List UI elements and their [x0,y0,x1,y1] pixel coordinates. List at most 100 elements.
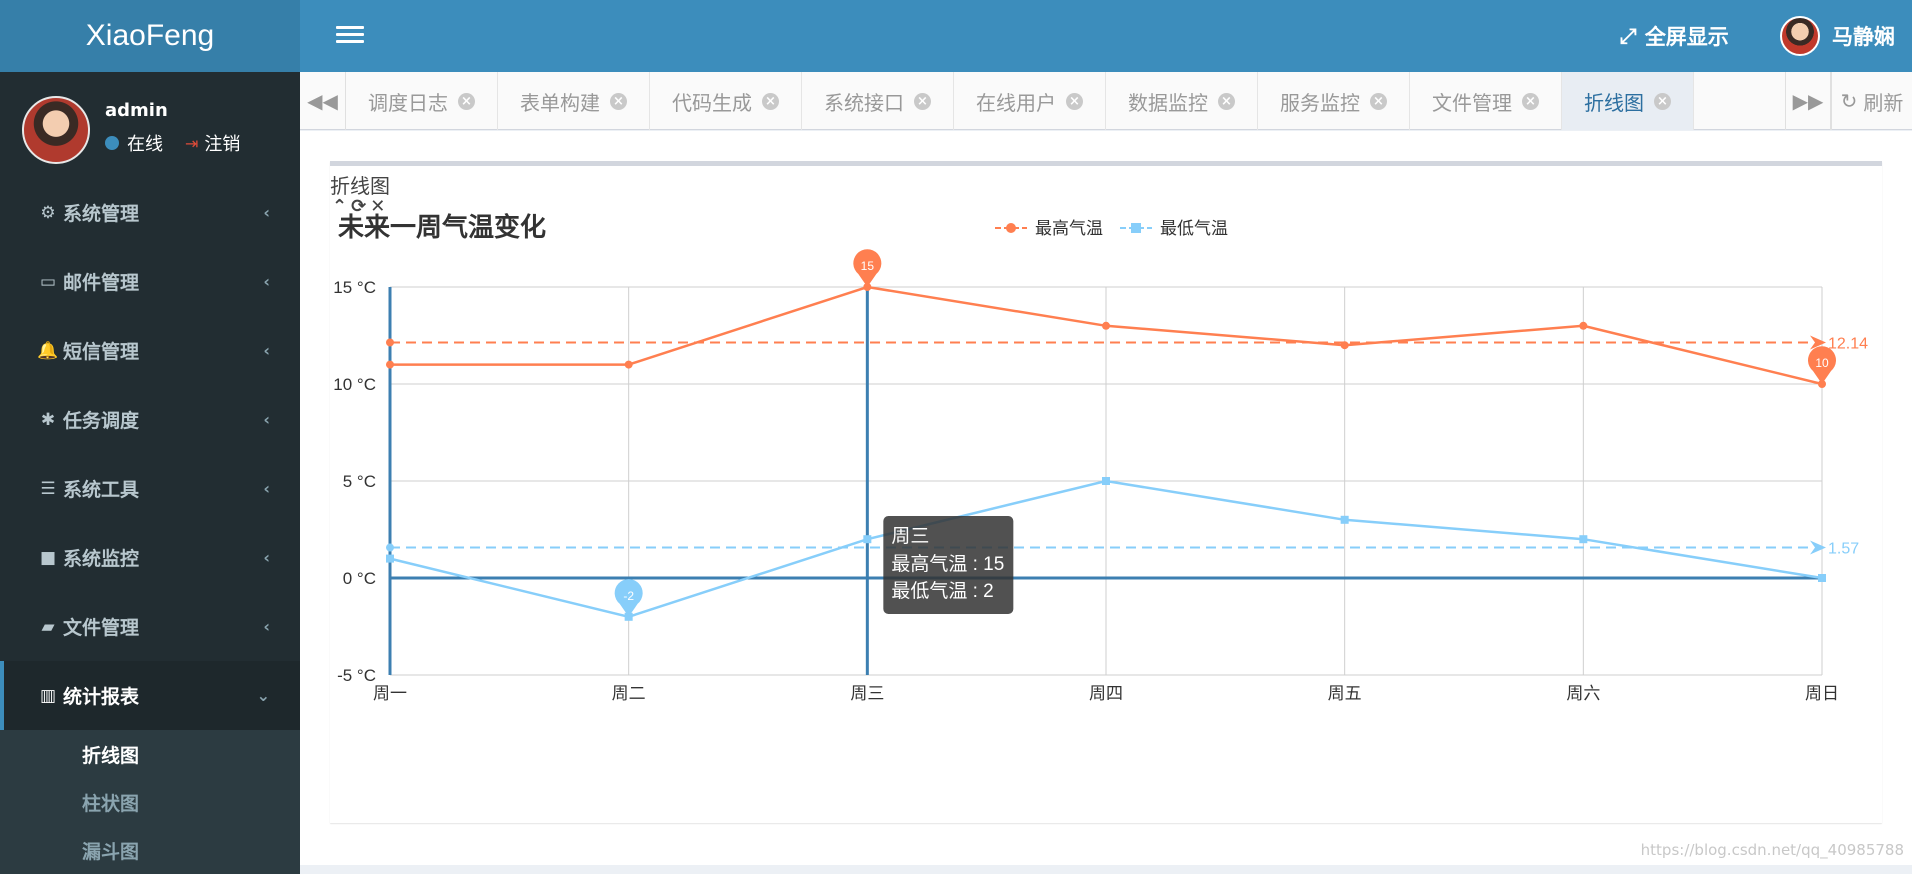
sidebar-item-5[interactable]: ■ 系统监控 ‹ [0,523,300,592]
logout-link[interactable]: ⇥ 注销 [185,130,240,156]
y-tick-label: 5 °C [343,472,376,491]
fullscreen-label: 全屏显示 [1644,25,1729,49]
tab-6[interactable]: 服务监控 × [1258,72,1410,130]
x-tick-label: 周五 [1328,684,1362,703]
user-menu[interactable]: 马静娴 [1780,0,1895,72]
expand-icon: ⤢ [1620,23,1637,48]
x-tick-label: 周六 [1566,684,1600,703]
gear-icon: ⚙ [40,202,56,223]
tab-scroll-right-icon[interactable]: ▶▶ [1785,72,1831,130]
sidebar-item-label: 任务调度 [63,410,140,432]
book-icon: ▰ [41,616,55,637]
sidebar-item-2[interactable]: 🔔 短信管理 ‹ [0,316,300,385]
tooltip-line: 最低气温 : 2 [891,580,993,602]
top-navbar: ⤢ 全屏显示 马静娴 [300,0,1912,72]
min-marker-pin-label: -2 [623,589,634,603]
avatar [1780,16,1820,56]
tab-7[interactable]: 文件管理 × [1410,72,1562,130]
tabs: 调度日志 × 表单构建 × 代码生成 × 系统接口 × 在线用户 × 数据监控 × 服务监控 × 文件管理 ×… [346,72,1694,130]
sidebar-item-label: 统计报表 [63,686,140,708]
calendar-icon: ▭ [39,271,57,292]
refresh-icon: ↻ [1840,89,1858,113]
sidebar-item-label: 短信管理 [63,341,140,363]
data-point [863,535,872,544]
tab-label: 表单构建 [520,90,600,115]
close-tab-icon[interactable]: × [610,92,627,110]
data-point [386,360,394,369]
watermark: https://blog.csdn.net/qq_40985788 [1640,841,1904,859]
tab-label: 调度日志 [368,90,448,115]
tab-8[interactable]: 折线图 × [1562,72,1694,130]
tab-2[interactable]: 代码生成 × [650,72,802,130]
chevron-left-icon: ‹ [263,479,270,498]
average-arrow [1810,540,1826,555]
close-tab-icon[interactable]: × [1218,92,1235,110]
chevron-left-icon: ‹ [263,617,270,636]
min-marker-pin-label: 10 [1815,356,1829,370]
legend-marker [1131,223,1141,233]
sign-out-icon: ⇥ [185,133,199,153]
tab-1[interactable]: 表单构建 × [498,72,650,130]
legend-label: 最低气温 [1160,219,1228,238]
sidebar-item-label: 系统工具 [63,479,140,501]
close-tab-icon[interactable]: × [1522,92,1539,110]
tab-5[interactable]: 数据监控 × [1106,72,1258,130]
tab-4[interactable]: 在线用户 × [954,72,1106,130]
sidebar-item-6[interactable]: ▰ 文件管理 ‹ [0,592,300,661]
tab-scroll-left-icon[interactable]: ◀◀ [300,72,346,130]
sidebar-item-label: 系统管理 [63,203,140,225]
sidebar-username: admin [105,100,168,121]
chevron-left-icon: ‹ [263,203,270,222]
tab-label: 系统接口 [824,90,904,115]
sidebar-item-0[interactable]: ⚙ 系统管理 ‹ [0,178,300,247]
close-tab-icon[interactable]: × [914,92,931,110]
data-point [1102,321,1110,330]
average-start-marker [386,338,394,347]
chevron-left-icon: ‹ [263,410,270,429]
data-point [1579,321,1588,330]
submenu-item-1[interactable]: 柱状图 [0,778,300,826]
tab-label: 文件管理 [1432,90,1512,115]
bar-chart-icon: ▥ [39,685,57,706]
tab-label: 代码生成 [672,90,752,115]
sidebar-item-3[interactable]: ✱ 任务调度 ‹ [0,385,300,454]
close-tab-icon[interactable]: × [1654,92,1671,110]
close-tab-icon[interactable]: × [1066,92,1083,110]
average-label: 12.14 [1828,335,1868,352]
tab-0[interactable]: 调度日志 × [346,72,498,130]
x-tick-label: 周三 [850,684,884,703]
fullscreen-button[interactable]: ⤢ 全屏显示 [1620,0,1729,72]
data-point [1340,341,1349,350]
user-avatar [22,96,90,164]
sidebar-item-4[interactable]: ☰ 系统工具 ‹ [0,454,300,523]
tab-label: 数据监控 [1128,90,1208,115]
chart-box: 折线图 ⌃ ⟳ ✕ 未来一周气温变化 最高气温 最低气温 -5 °C 0 °C 5 °C 1… [330,161,1882,823]
close-tab-icon[interactable]: × [458,92,475,110]
close-tab-icon[interactable]: × [1370,92,1387,110]
app-logo[interactable]: XiaoFeng [0,0,300,72]
refresh-label: 刷新 [1863,90,1904,115]
user-name: 马静娴 [1832,25,1895,49]
tooltip-line: 最高气温 : 15 [891,553,1004,575]
online-dot-icon [105,136,119,150]
y-tick-label: 10 °C [333,375,376,394]
x-tick-label: 周二 [612,684,646,703]
submenu-item-0[interactable]: 折线图 [0,730,300,778]
sidebar-toggle-icon[interactable] [336,22,364,50]
sidebar-item-1[interactable]: ▭ 邮件管理 ‹ [0,247,300,316]
bars-icon: ☰ [40,478,56,499]
x-tick-label: 周日 [1805,684,1839,703]
sidebar: admin 在线 ⇥ 注销 ⚙ 系统管理 ‹ ▭ 邮件管理 ‹ 🔔 短信管理 ‹ ✱ 任务调度 ‹ ☰ 系… [0,72,300,874]
submenu-item-2[interactable]: 漏斗图 [0,826,300,874]
refresh-button[interactable]: ↻ 刷新 [1831,72,1912,130]
chevron-left-icon: ‹ [263,272,270,291]
sidebar-item-7[interactable]: ▥ 统计报表 ⌄ [0,661,300,730]
x-tick-label: 周一 [373,684,407,703]
sidebar-item-label: 系统监控 [63,548,140,570]
tab-3[interactable]: 系统接口 × [802,72,954,130]
tab-label: 在线用户 [976,90,1056,115]
sidebar-item-label: 邮件管理 [63,272,140,294]
data-point [624,360,633,369]
close-tab-icon[interactable]: × [762,92,779,110]
legend-marker [1006,223,1016,233]
